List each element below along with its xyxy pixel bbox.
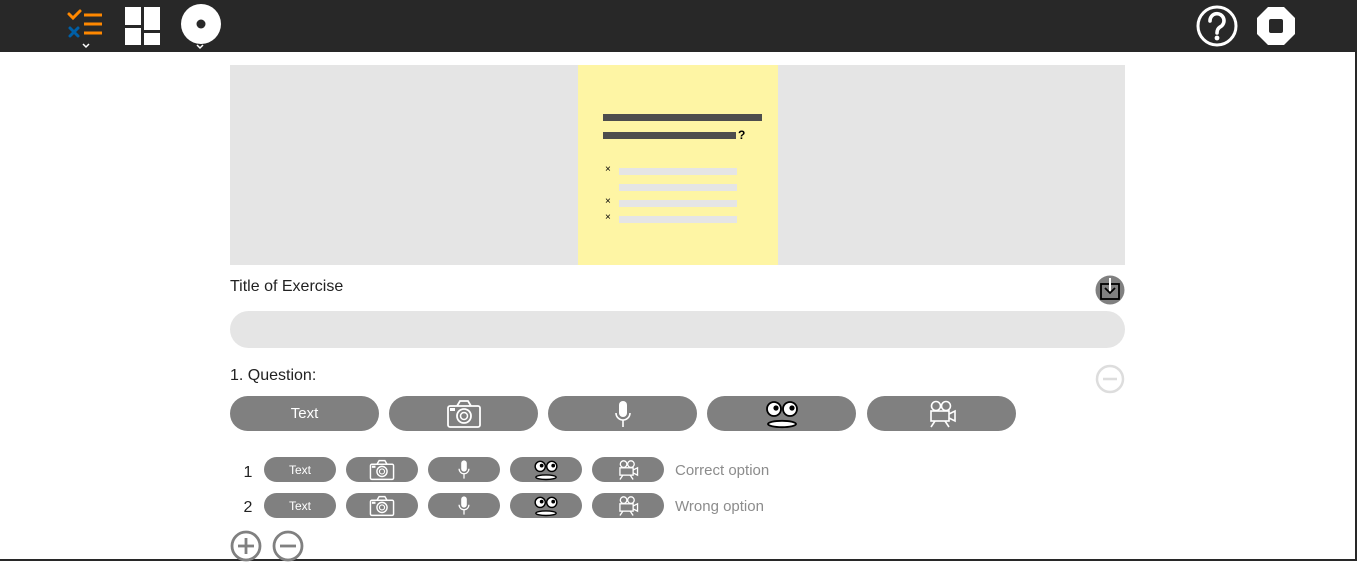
option-image-button[interactable] (346, 457, 418, 482)
video-icon (619, 459, 639, 480)
preview-question-mark: ? (738, 128, 746, 142)
option-video-button[interactable] (592, 457, 664, 482)
title-label: Title of Exercise (230, 278, 344, 295)
minus-circle-icon (1095, 364, 1125, 394)
option-text-label: Text (288, 498, 311, 513)
microphone-icon (614, 400, 631, 427)
video-icon (619, 495, 639, 516)
camera-icon (369, 495, 395, 516)
option-number: 1 (243, 464, 253, 481)
import-button[interactable] (1095, 275, 1125, 310)
color-button[interactable] (175, 0, 227, 52)
stop-icon (1257, 7, 1295, 45)
question-text-label: Text (290, 405, 319, 422)
question-text-button[interactable]: Text (230, 396, 379, 431)
help-button[interactable] (1193, 0, 1241, 52)
speak-face-icon (534, 496, 558, 516)
exercise-preview: ? × × × (230, 65, 1125, 265)
question-video-button[interactable] (867, 396, 1016, 431)
option-number: 2 (243, 499, 253, 516)
speak-face-icon (534, 460, 558, 480)
stop-button[interactable] (1252, 0, 1300, 52)
question-label: 1. Question: (230, 367, 317, 384)
option-speak-button[interactable] (510, 493, 582, 518)
toolbar (0, 0, 1357, 52)
preview-marker: × (605, 212, 611, 223)
preview-marker: × (605, 196, 611, 207)
remove-question-button[interactable] (1095, 364, 1125, 399)
option-text-button[interactable]: Text (264, 457, 336, 482)
import-icon (1095, 275, 1125, 305)
question-image-button[interactable] (389, 396, 538, 431)
camera-icon (446, 399, 481, 428)
minus-circle-icon (272, 530, 304, 562)
activity-button[interactable] (56, 0, 108, 52)
preview-note: ? × × × (578, 65, 778, 265)
layout-icon (125, 7, 160, 45)
microphone-icon (458, 496, 470, 515)
title-input[interactable] (230, 311, 1125, 348)
microphone-icon (458, 460, 470, 479)
remove-option-button[interactable] (272, 530, 304, 567)
speak-face-icon (765, 400, 798, 428)
plus-circle-icon (230, 530, 262, 562)
camera-icon (369, 459, 395, 480)
question-speak-button[interactable] (707, 396, 856, 431)
option-audio-button[interactable] (428, 457, 500, 482)
option-speak-button[interactable] (510, 457, 582, 482)
layout-button[interactable] (116, 0, 168, 52)
option-text-label: Text (288, 462, 311, 477)
preview-marker: × (605, 164, 611, 175)
option-placeholder[interactable]: Correct option (675, 462, 769, 479)
option-placeholder[interactable]: Wrong option (675, 498, 764, 515)
question-audio-button[interactable] (548, 396, 697, 431)
help-icon (1196, 5, 1238, 47)
option-video-button[interactable] (592, 493, 664, 518)
add-option-button[interactable] (230, 530, 262, 567)
color-picker-icon (181, 4, 221, 50)
option-text-button[interactable]: Text (264, 493, 336, 518)
video-icon (929, 400, 956, 427)
activity-icon (67, 9, 102, 49)
option-audio-button[interactable] (428, 493, 500, 518)
option-image-button[interactable] (346, 493, 418, 518)
